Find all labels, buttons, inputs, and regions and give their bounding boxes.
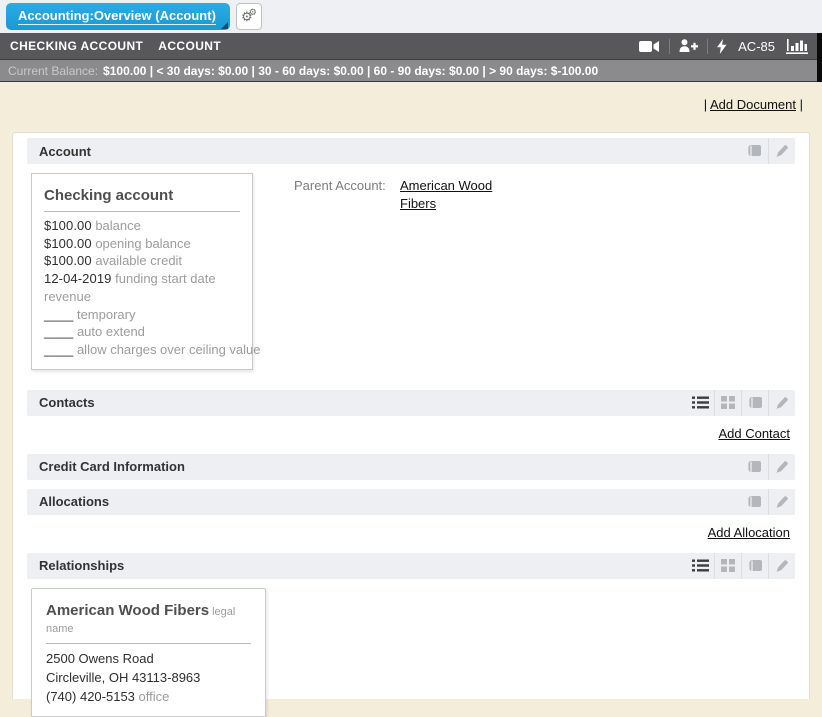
section-header-credit-card: Credit Card Information [27,454,795,480]
book-icon[interactable] [741,138,768,164]
section-title: Credit Card Information [39,459,185,474]
list-view-icon[interactable] [687,553,714,579]
divider [46,643,251,644]
book-icon[interactable] [741,454,768,480]
toolbar-divider [707,39,708,54]
section-header-relationships: Relationships [27,553,795,579]
main-panel: Account Checking account $100.00 balance… [12,132,810,699]
book-icon[interactable] [741,489,768,515]
pencil-icon[interactable] [768,454,795,480]
parent-account-link[interactable]: American Wood Fibers [400,177,495,213]
account-field: $100.00 balance [44,217,240,235]
section-title: Relationships [39,558,124,573]
person-add-icon[interactable] [679,39,698,53]
account-field: 12-04-2019 funding start date [44,270,240,288]
contacts-action-row: Add Contact [27,416,795,454]
grid-view-icon[interactable] [714,390,741,416]
toolbar-divider [669,39,670,54]
account-field: $100.00 available credit [44,252,240,270]
section-header-account: Account [27,138,795,164]
relationship-name: American Wood Fibers [46,602,209,619]
relationship-address-line1: 2500 Owens Road [46,649,251,668]
menu-item-account[interactable]: ACCOUNT [158,39,221,53]
parent-account-label: Parent Account: [294,177,400,213]
add-contact-link[interactable]: Add Contact [718,426,790,441]
pencil-icon[interactable] [768,489,795,515]
add-document-link[interactable]: Add Document [710,97,796,112]
relationship-phone-row: (740) 420-5153 office [46,687,251,706]
account-card: Checking account $100.00 balance $100.00… [31,173,253,370]
book-icon[interactable] [741,390,768,416]
parent-account-field: Parent Account: American Wood Fibers [294,173,495,213]
list-view-icon[interactable] [687,390,714,416]
tab-bar: Accounting:Overview (Account) ⚙⚙ [0,0,822,33]
relationship-address-line2: Circleville, OH 43113-8963 [46,668,251,687]
account-field: ____ auto extend [44,323,240,341]
section-title: Account [39,144,91,159]
pipe: | [796,97,803,112]
pencil-icon[interactable] [768,138,795,164]
tab-dropdown-corner-icon [221,22,228,29]
grid-view-icon[interactable] [714,553,741,579]
relationship-phone: (740) 420-5153 [46,689,135,704]
divider [44,211,240,212]
balance-values: $100.00 | < 30 days: $0.00 | 30 - 60 day… [103,64,598,78]
relationship-card[interactable]: American Wood Fiberslegal name 2500 Owen… [31,588,266,717]
section-header-contacts: Contacts [27,390,795,416]
add-document-row: | Add Document | [0,82,822,112]
book-icon[interactable] [741,553,768,579]
gears-icon: ⚙⚙ [241,8,257,26]
account-field: $100.00 opening balance [44,235,240,253]
account-field: ____ temporary [44,306,240,324]
pencil-icon[interactable] [768,553,795,579]
relationship-name-row: American Wood Fiberslegal name [46,597,251,636]
balance-summary-bar: Current Balance: $100.00 | < 30 days: $0… [0,59,817,82]
allocations-action-row: Add Allocation [27,515,795,553]
section-header-allocations: Allocations [27,489,795,515]
pencil-icon[interactable] [768,390,795,416]
video-camera-icon[interactable] [639,40,660,53]
active-tab[interactable]: Accounting:Overview (Account) [6,3,230,30]
record-code: AC-85 [738,39,775,54]
account-field: revenue [44,288,240,306]
bar-chart-icon[interactable] [786,39,808,54]
menu-bar: CHECKING ACCOUNT ACCOUNT AC-85 [0,33,817,59]
lightning-icon[interactable] [717,39,727,54]
tab-label: Accounting:Overview (Account) [18,8,216,25]
account-card-title: Checking account [44,182,240,204]
toolbar-group: CHECKING ACCOUNT ACCOUNT AC-85 Current B… [0,33,822,82]
menu-item-checking-account[interactable]: CHECKING ACCOUNT [10,39,143,53]
add-allocation-link[interactable]: Add Allocation [708,525,790,540]
relationship-phone-label: office [139,689,170,704]
settings-button[interactable]: ⚙⚙ [236,3,262,30]
section-title: Allocations [39,494,109,509]
section-title: Contacts [39,395,95,410]
account-field: ____ allow charges over ceiling value [44,341,240,359]
account-section-body: Checking account $100.00 balance $100.00… [27,164,795,390]
balance-label: Current Balance: [8,64,98,78]
